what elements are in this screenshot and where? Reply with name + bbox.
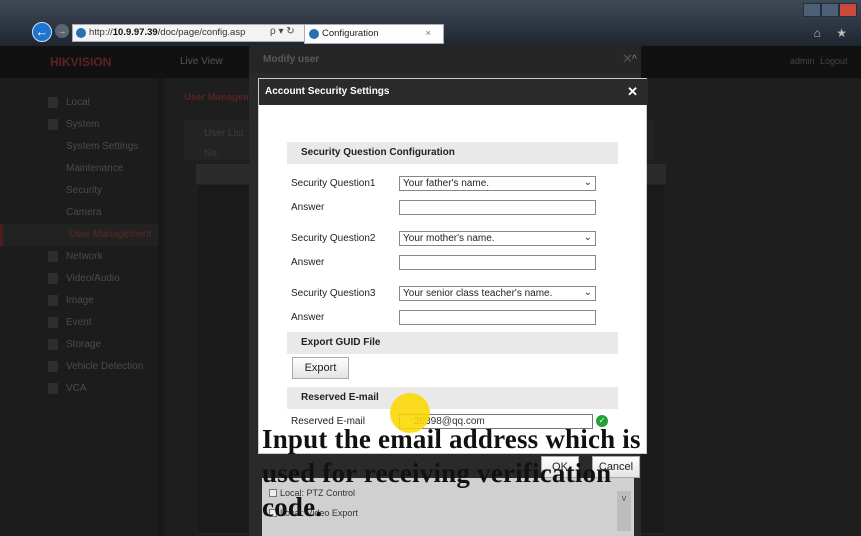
sidebar-item-system[interactable]: System — [0, 114, 158, 136]
calendar-icon — [48, 317, 58, 328]
answer3-label: Answer — [291, 312, 325, 323]
security-question-section: Security Question Configuration — [287, 142, 618, 164]
sidebar-item-event[interactable]: Event — [0, 312, 158, 334]
sidebar-item-maintenance[interactable]: Maintenance — [0, 158, 158, 180]
sidebar-item-user-management[interactable]: User Management — [0, 224, 158, 246]
user-name: admin — [790, 56, 815, 66]
export-button[interactable]: Export — [292, 357, 349, 379]
security-question1-select[interactable]: Your father's name. ⌄ — [399, 176, 596, 191]
tab-close-icon[interactable]: × — [425, 25, 431, 43]
modify-user-title: Modify user — [249, 46, 641, 73]
sidebar-item-label: VCA — [66, 383, 87, 394]
sidebar-item-label: Video/Audio — [66, 273, 120, 284]
answer2-input[interactable] — [399, 255, 596, 270]
sidebar-item-label: Security — [66, 185, 103, 196]
sidebar-item-label: Maintenance — [66, 163, 124, 174]
window-close-button[interactable] — [839, 3, 857, 17]
select-value: Your father's name. — [403, 178, 490, 189]
vehicle-icon — [48, 361, 58, 372]
account-security-dialog: Account Security Settings ✕ Security Que… — [258, 78, 648, 478]
network-icon — [48, 251, 58, 262]
sidebar-item-label: Vehicle Detection — [66, 361, 144, 372]
export-guid-section: Export GUID File — [287, 332, 618, 354]
chevron-down-icon: ⌄ — [583, 287, 592, 298]
sidebar-item-label: Network — [66, 251, 103, 262]
system-icon — [48, 119, 58, 130]
forward-button[interactable]: → — [55, 24, 69, 38]
tab-configuration[interactable]: Configuration × — [304, 24, 444, 44]
address-tools[interactable]: ρ ▾ ↻ — [270, 24, 295, 40]
sidebar-item-label: Event — [66, 317, 92, 328]
tab-title: Configuration — [322, 28, 379, 39]
video-icon — [48, 273, 58, 284]
url-prefix: http:// — [89, 27, 113, 38]
logout-link[interactable]: Logout — [820, 56, 848, 66]
brand-logo: HIKVISION — [50, 55, 112, 69]
sidebar-item-label: Local — [66, 97, 90, 108]
image-icon — [48, 295, 58, 306]
reserved-email-section: Reserved E-mail — [287, 387, 618, 409]
sidebar-item-label: Image — [66, 295, 94, 306]
sidebar-item-video-audio[interactable]: Video/Audio — [0, 268, 158, 290]
sidebar-item-local[interactable]: Local — [0, 92, 158, 114]
column-no: No. — [204, 148, 220, 159]
chevron-down-icon: ⌄ — [583, 177, 592, 188]
back-arrow-icon: ← — [35, 24, 49, 39]
sidebar: Local System System Settings Maintenance… — [0, 78, 158, 536]
select-value: Your senior class teacher's name. — [403, 288, 553, 299]
vca-icon — [48, 383, 58, 394]
security-question3-label: Security Question3 — [291, 288, 376, 299]
security-question1-label: Security Question1 — [291, 178, 376, 189]
site-globe-icon — [76, 28, 86, 38]
answer2-label: Answer — [291, 257, 325, 268]
tutorial-caption: Input the email address which is used fo… — [262, 424, 641, 522]
sidebar-item-label: User Management — [69, 229, 152, 240]
window-controls — [803, 3, 857, 17]
sidebar-item-security[interactable]: Security — [0, 180, 158, 202]
nav-live-view[interactable]: Live View — [180, 56, 223, 67]
sidebar-item-image[interactable]: Image — [0, 290, 158, 312]
security-question3-select[interactable]: Your senior class teacher's name. ⌄ — [399, 286, 596, 301]
sidebar-item-label: Storage — [66, 339, 102, 350]
close-icon[interactable]: ✕ — [627, 84, 638, 100]
url-host: 10.9.97.39 — [112, 27, 158, 38]
tab-favicon-icon — [309, 29, 319, 39]
home-favorites-icons[interactable]: ⌂ ★ — [814, 26, 853, 40]
select-value: Your mother's name. — [403, 233, 495, 244]
scroll-up-icon[interactable]: ^ — [632, 54, 644, 70]
sidebar-item-label: System — [66, 119, 100, 130]
monitor-icon — [48, 97, 58, 108]
back-button[interactable]: ← — [32, 22, 52, 42]
answer3-input[interactable] — [399, 310, 596, 325]
answer1-label: Answer — [291, 202, 325, 213]
url-path: /doc/page/config.asp — [157, 27, 246, 38]
sidebar-item-network[interactable]: Network — [0, 246, 158, 268]
security-question2-label: Security Question2 — [291, 233, 376, 244]
security-question2-select[interactable]: Your mother's name. ⌄ — [399, 231, 596, 246]
storage-icon — [48, 339, 58, 350]
answer1-input[interactable] — [399, 200, 596, 215]
sidebar-item-camera-management[interactable]: Camera Management — [0, 202, 158, 240]
chevron-down-icon: ⌄ — [583, 232, 592, 243]
sidebar-item-vehicle-detection[interactable]: Vehicle Detection — [0, 356, 158, 378]
user-list-title: User List — [204, 128, 244, 139]
sidebar-item-vca[interactable]: VCA — [0, 378, 158, 400]
maximize-button[interactable] — [821, 3, 839, 17]
minimize-button[interactable] — [803, 3, 821, 17]
browser-chrome: ← → http://10.9.97.39/doc/page/config.as… — [0, 0, 861, 46]
account-security-title: Account Security Settings — [259, 79, 648, 105]
sidebar-item-system-settings[interactable]: System Settings — [0, 136, 158, 158]
forward-arrow-icon: → — [57, 26, 67, 36]
sidebar-item-storage[interactable]: Storage — [0, 334, 158, 356]
sidebar-item-label: System Settings — [66, 141, 139, 152]
